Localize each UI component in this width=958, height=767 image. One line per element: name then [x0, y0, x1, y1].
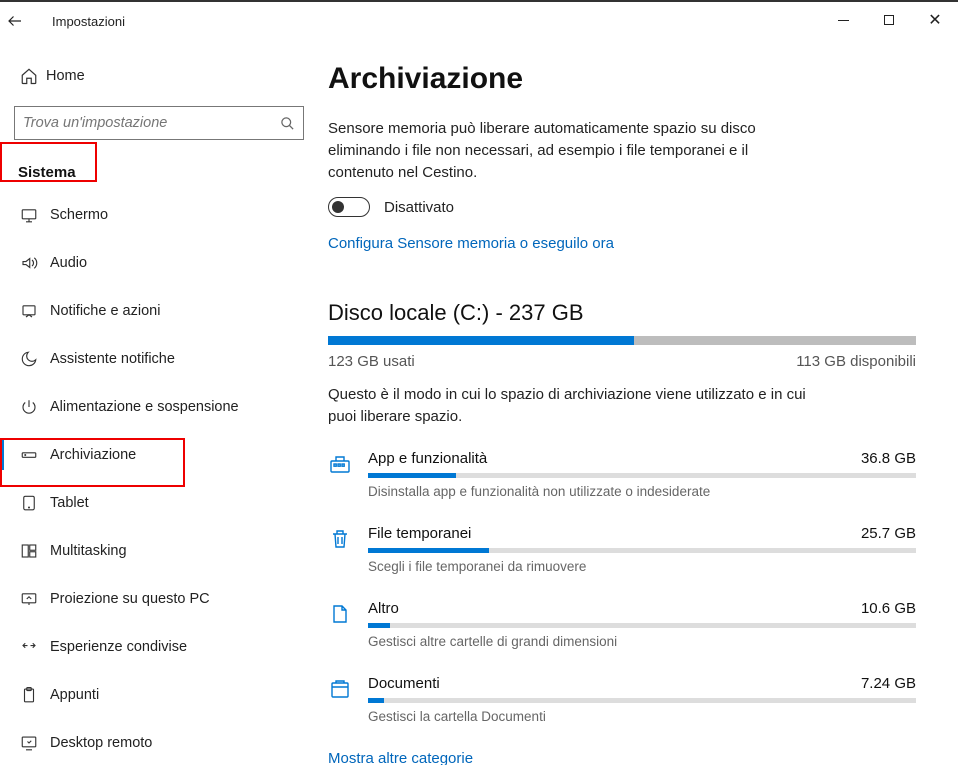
window-title: Impostazioni	[52, 14, 125, 29]
minimize-button[interactable]	[820, 2, 866, 38]
sidebar-item-label: Desktop remoto	[50, 735, 152, 751]
category-size: 25.7 GB	[861, 525, 916, 542]
home-nav[interactable]: Home	[0, 54, 318, 98]
category-hint: Gestisci la cartella Documenti	[368, 709, 916, 724]
sidebar-item-label: Appunti	[50, 687, 99, 703]
storage-category-docs[interactable]: Documenti 7.24 GB Gestisci la cartella D…	[328, 675, 916, 724]
sidebar: Home Sistema Schermo Audio Notifiche e a…	[0, 40, 318, 765]
apps-icon	[328, 450, 354, 499]
category-size: 36.8 GB	[861, 450, 916, 467]
category-size: 10.6 GB	[861, 600, 916, 617]
home-icon	[20, 67, 46, 85]
category-name: Documenti	[368, 675, 440, 692]
sidebar-item-clip[interactable]: Appunti	[0, 671, 318, 719]
maximize-button[interactable]	[866, 2, 912, 38]
tablet-icon	[20, 494, 46, 512]
audio-icon	[20, 254, 46, 272]
project-icon	[20, 590, 46, 608]
storage-sense-toggle[interactable]	[328, 197, 370, 217]
notify-icon	[20, 302, 46, 320]
disk-used-label: 123 GB usati	[328, 353, 415, 370]
disk-usage-bar	[328, 336, 916, 345]
sidebar-item-remote[interactable]: Desktop remoto	[0, 719, 318, 767]
category-bar	[368, 473, 916, 478]
category-hint: Scegli i file temporanei da rimuovere	[368, 559, 916, 574]
sidebar-item-label: Audio	[50, 255, 87, 271]
sidebar-item-label: Schermo	[50, 207, 108, 223]
category-hint: Disinstalla app e funzionalità non utili…	[368, 484, 916, 499]
sidebar-item-display[interactable]: Schermo	[0, 191, 318, 239]
toggle-state-label: Disattivato	[384, 199, 454, 216]
storage-category-trash[interactable]: File temporanei 25.7 GB Scegli i file te…	[328, 525, 916, 574]
sidebar-item-project[interactable]: Proiezione su questo PC	[0, 575, 318, 623]
storage-sense-desc: Sensore memoria può liberare automaticam…	[328, 118, 808, 183]
trash-icon	[328, 525, 354, 574]
show-more-categories-link[interactable]: Mostra altre categorie	[328, 750, 916, 765]
titlebar: Impostazioni	[0, 0, 958, 40]
docs-icon	[328, 675, 354, 724]
disk-title: Disco locale (C:) - 237 GB	[328, 300, 916, 326]
focus-icon	[20, 350, 46, 368]
power-icon	[20, 398, 46, 416]
highlight-box-sistema	[0, 142, 97, 182]
disk-free-label: 113 GB disponibili	[796, 353, 916, 370]
window-controls: ✕	[820, 2, 958, 38]
category-name: Altro	[368, 600, 399, 617]
configure-storage-sense-link[interactable]: Configura Sensore memoria o eseguilo ora	[328, 235, 916, 252]
sidebar-item-label: Esperienze condivise	[50, 639, 187, 655]
home-label: Home	[46, 68, 85, 84]
other-icon	[328, 600, 354, 649]
category-bar	[368, 698, 916, 703]
display-icon	[20, 206, 46, 224]
sidebar-item-label: Assistente notifiche	[50, 351, 175, 367]
back-button[interactable]	[6, 12, 44, 30]
storage-category-other[interactable]: Altro 10.6 GB Gestisci altre cartelle di…	[328, 600, 916, 649]
category-name: File temporanei	[368, 525, 471, 542]
category-name: App e funzionalità	[368, 450, 487, 467]
sidebar-item-focus[interactable]: Assistente notifiche	[0, 335, 318, 383]
highlight-box-archiviazione	[0, 438, 185, 487]
share-icon	[20, 638, 46, 656]
main-content: Archiviazione Sensore memoria può libera…	[318, 40, 958, 765]
storage-category-apps[interactable]: App e funzionalità 36.8 GB Disinstalla a…	[328, 450, 916, 499]
search-box[interactable]	[14, 106, 304, 140]
disk-desc: Questo è il modo in cui lo spazio di arc…	[328, 384, 808, 428]
close-button[interactable]: ✕	[912, 2, 958, 38]
sidebar-item-audio[interactable]: Audio	[0, 239, 318, 287]
sidebar-item-label: Multitasking	[50, 543, 127, 559]
search-input[interactable]	[23, 115, 280, 131]
sidebar-item-label: Alimentazione e sospensione	[50, 399, 239, 415]
sidebar-item-share[interactable]: Esperienze condivise	[0, 623, 318, 671]
sidebar-item-label: Proiezione su questo PC	[50, 591, 210, 607]
multi-icon	[20, 542, 46, 560]
category-size: 7.24 GB	[861, 675, 916, 692]
remote-icon	[20, 734, 46, 752]
page-title: Archiviazione	[328, 62, 916, 96]
sidebar-item-power[interactable]: Alimentazione e sospensione	[0, 383, 318, 431]
sidebar-item-label: Tablet	[50, 495, 89, 511]
sidebar-item-notify[interactable]: Notifiche e azioni	[0, 287, 318, 335]
category-bar	[368, 548, 916, 553]
sidebar-item-multi[interactable]: Multitasking	[0, 527, 318, 575]
search-icon	[280, 116, 295, 131]
clip-icon	[20, 686, 46, 704]
category-bar	[368, 623, 916, 628]
sidebar-item-label: Notifiche e azioni	[50, 303, 160, 319]
category-hint: Gestisci altre cartelle di grandi dimens…	[368, 634, 916, 649]
